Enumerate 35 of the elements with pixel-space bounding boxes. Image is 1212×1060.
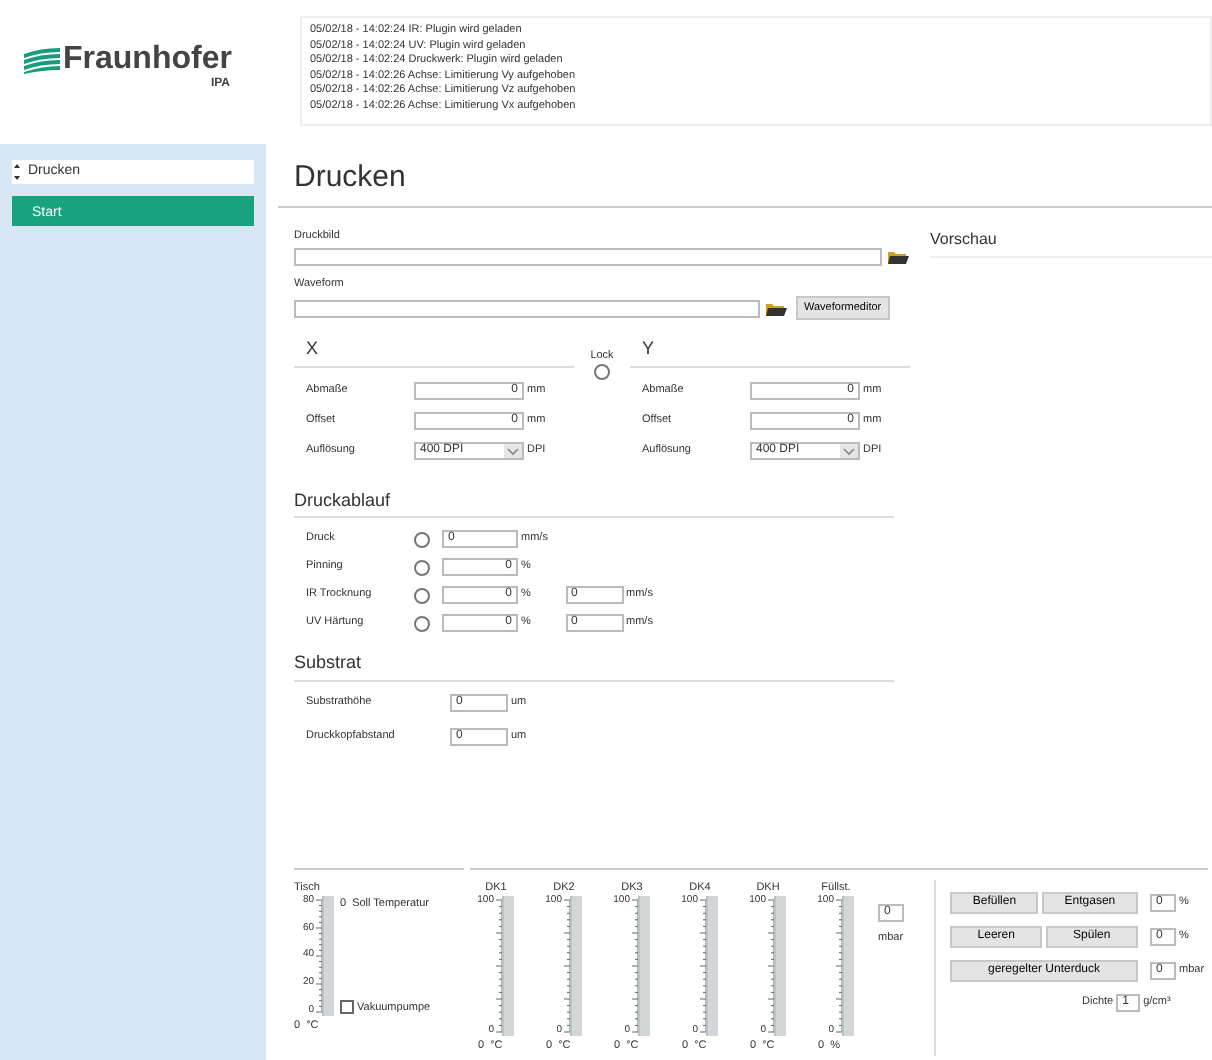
- gauge-bar: [706, 895, 718, 1036]
- input-field[interactable]: [294, 299, 760, 317]
- gauge-bar: [570, 895, 582, 1036]
- scale-ticks: [494, 895, 502, 1036]
- gauge-bar: [774, 895, 786, 1036]
- radio-button[interactable]: [414, 559, 430, 575]
- scale-ticks: [314, 895, 322, 1016]
- page-title: Drucken: [278, 144, 1212, 207]
- logo-icon: [24, 47, 60, 73]
- gauge-bar: [638, 895, 650, 1036]
- lock-toggle[interactable]: [594, 364, 610, 381]
- scale-ticks: [834, 895, 842, 1036]
- radio-button[interactable]: [414, 615, 430, 631]
- scale-ticks: [766, 895, 774, 1036]
- spinner-arrows-icon[interactable]: [14, 162, 20, 182]
- scale-ticks: [562, 895, 570, 1036]
- scale-ticks: [698, 895, 706, 1036]
- gauge-bar: [322, 895, 334, 1016]
- preview-heading: Vorschau: [930, 227, 1212, 257]
- section-heading: X: [294, 336, 574, 367]
- chevron-icon: [840, 443, 858, 457]
- section-heading: Druckablauf: [294, 487, 894, 518]
- radio-button[interactable]: [414, 531, 430, 547]
- radio-button[interactable]: [414, 587, 430, 603]
- checkbox[interactable]: [340, 1000, 354, 1015]
- input-field[interactable]: [294, 247, 882, 266]
- gauge-bar: [842, 895, 854, 1036]
- folder-icon[interactable]: [885, 247, 909, 266]
- chevron-icon: [504, 443, 522, 457]
- section-heading: Substrat: [294, 650, 894, 681]
- logo-text: Fraunhofer: [63, 44, 232, 76]
- gauge-bar: [502, 895, 514, 1036]
- section-heading: Y: [630, 336, 910, 367]
- scale-ticks: [630, 895, 638, 1036]
- folder-icon[interactable]: [763, 299, 787, 317]
